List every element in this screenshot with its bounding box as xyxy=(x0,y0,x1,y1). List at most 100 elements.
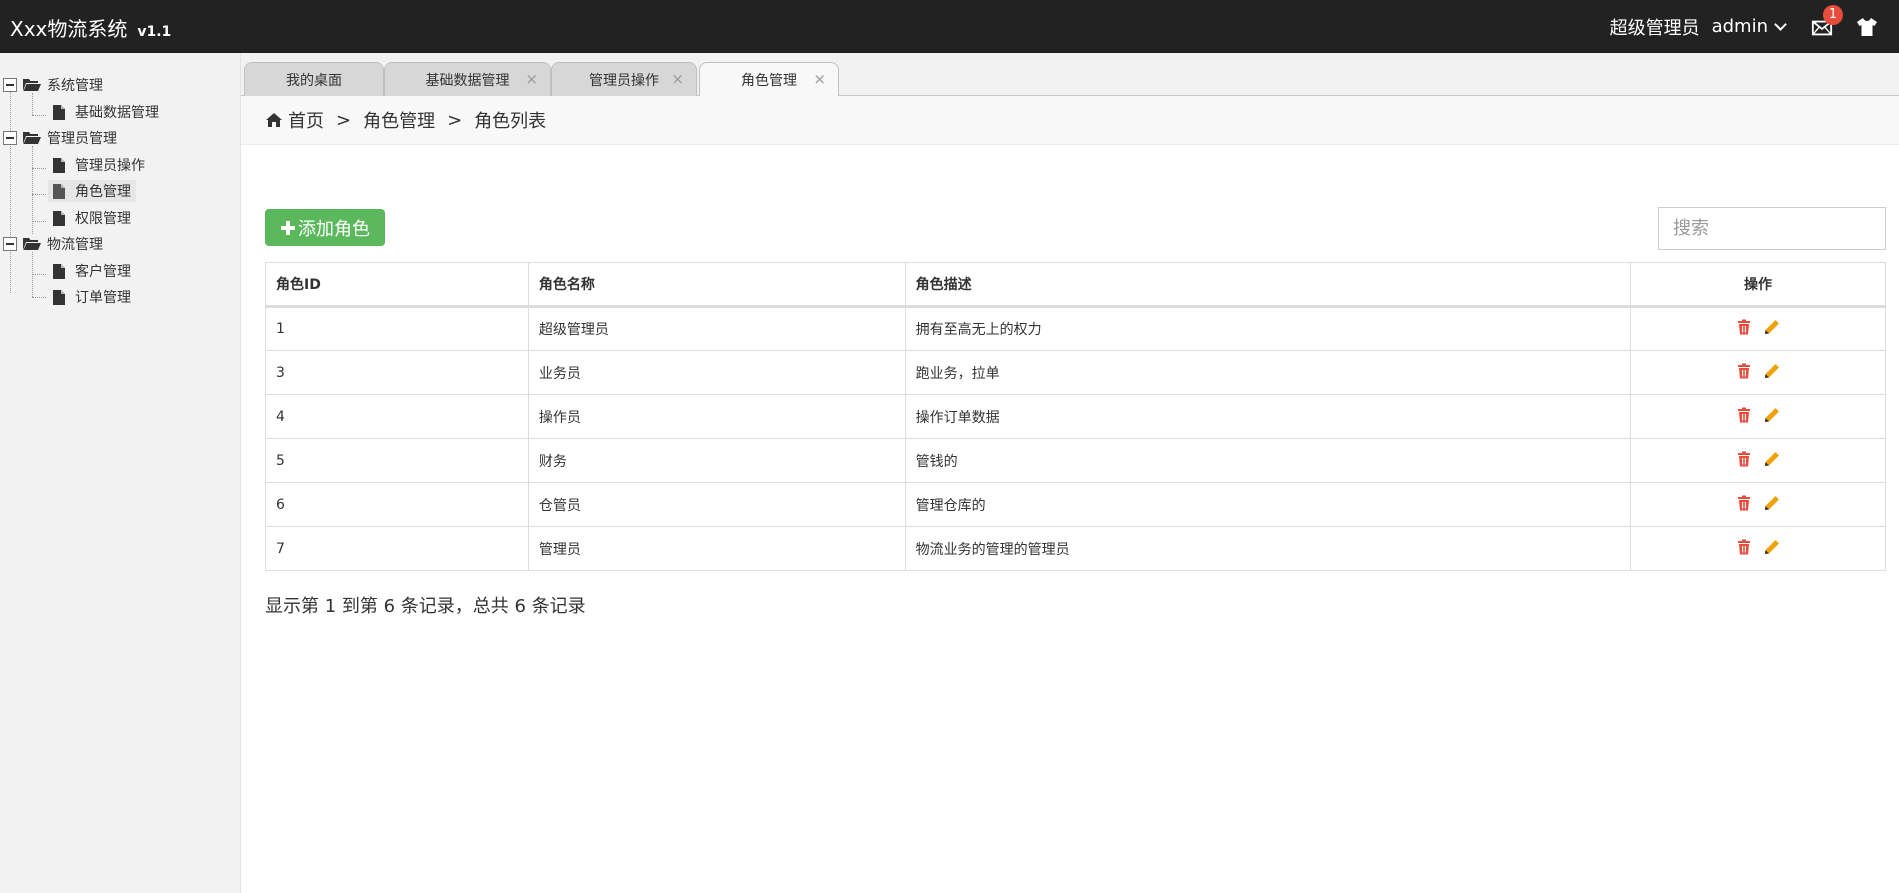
sidebar-item-label: 订单管理 xyxy=(75,290,131,306)
cell-role-desc: 操作订单数据 xyxy=(904,394,1632,439)
user-menu-dropdown[interactable]: admin xyxy=(1711,16,1787,37)
column-header-role-name: 角色名称 xyxy=(527,262,906,308)
column-header-role-id: 角色ID xyxy=(265,262,529,308)
pencil-icon[interactable] xyxy=(1764,319,1780,335)
trash-icon[interactable] xyxy=(1736,319,1752,335)
trash-icon[interactable] xyxy=(1736,495,1752,511)
app-title: Xxx物流系统 xyxy=(10,17,128,41)
cell-role-id: 1 xyxy=(265,306,529,351)
tree-group-admin[interactable]: 管理员管理 xyxy=(3,127,117,149)
app-brand[interactable]: Xxx物流系统 v1.1 xyxy=(10,13,171,42)
mail-button[interactable]: 1 xyxy=(1811,4,1843,39)
cell-actions xyxy=(1630,306,1886,351)
tree-group-label: 物流管理 xyxy=(47,237,103,253)
sidebar-item-admin-ops[interactable]: 管理员操作 xyxy=(48,154,150,176)
table-row: 7 管理员 物流业务的管理的管理员 xyxy=(265,526,1886,571)
chevron-down-icon xyxy=(1774,17,1787,31)
sidebar-tree: 系统管理 基础数据管理 管理员管理 管理员操作 角色管理 权限管理 物流管理 客… xyxy=(0,53,241,893)
close-icon[interactable]: × xyxy=(813,70,826,88)
collapse-toggle-icon[interactable] xyxy=(3,78,17,92)
cell-role-id: 4 xyxy=(265,394,529,439)
row-actions xyxy=(1736,495,1780,511)
file-icon xyxy=(53,183,65,199)
username: admin xyxy=(1711,16,1768,37)
cell-role-name: 操作员 xyxy=(527,394,906,439)
sidebar-item-label: 管理员操作 xyxy=(75,158,145,174)
cell-role-desc: 物流业务的管理的管理员 xyxy=(904,526,1632,571)
sidebar-item-orders[interactable]: 订单管理 xyxy=(48,286,136,308)
cell-role-id: 3 xyxy=(265,350,529,395)
cell-role-name: 业务员 xyxy=(527,350,906,395)
pencil-icon[interactable] xyxy=(1764,495,1780,511)
pencil-icon[interactable] xyxy=(1764,451,1780,467)
file-icon xyxy=(53,210,65,226)
pencil-icon[interactable] xyxy=(1764,363,1780,379)
plus-icon xyxy=(281,220,295,235)
tree-group-label: 管理员管理 xyxy=(47,131,117,147)
tab-admin-ops[interactable]: 管理员操作 × xyxy=(551,62,697,96)
tree-connector xyxy=(32,93,33,115)
file-icon xyxy=(53,263,65,279)
file-icon xyxy=(53,289,65,305)
cell-role-id: 5 xyxy=(265,438,529,483)
mail-count-badge: 1 xyxy=(1823,4,1843,25)
collapse-toggle-icon[interactable] xyxy=(3,131,17,145)
cell-role-desc: 管钱的 xyxy=(904,438,1632,483)
trash-icon[interactable] xyxy=(1736,363,1752,379)
tshirt-icon xyxy=(1857,17,1877,36)
cell-actions xyxy=(1630,394,1886,439)
cell-role-name: 财务 xyxy=(527,438,906,483)
role-table: 角色ID 角色名称 角色描述 操作 1 超级管理员 拥有至高无上的权力 3 业务员 跑业务… xyxy=(265,262,1886,571)
row-actions xyxy=(1736,319,1780,335)
tree-connector xyxy=(32,297,46,298)
tree-connector xyxy=(32,115,46,116)
close-icon[interactable]: × xyxy=(525,70,538,88)
tab-label: 角色管理 xyxy=(741,73,797,89)
folder-open-icon xyxy=(23,132,41,144)
tree-connector xyxy=(32,221,46,222)
row-actions xyxy=(1736,539,1780,555)
sidebar-item-permission[interactable]: 权限管理 xyxy=(48,207,136,229)
cell-actions xyxy=(1630,526,1886,571)
table-row: 4 操作员 操作订单数据 xyxy=(265,394,1886,439)
tree-connector xyxy=(10,92,11,293)
close-icon[interactable]: × xyxy=(671,70,684,88)
pencil-icon[interactable] xyxy=(1764,407,1780,423)
row-actions xyxy=(1736,363,1780,379)
column-header-role-desc: 角色描述 xyxy=(904,262,1632,308)
cell-role-id: 6 xyxy=(265,482,529,527)
tab-basic-data[interactable]: 基础数据管理 × xyxy=(384,62,551,96)
sidebar-item-label: 角色管理 xyxy=(75,184,131,200)
tab-label: 基础数据管理 xyxy=(425,72,510,89)
tab-desktop[interactable]: 我的桌面 xyxy=(244,62,384,96)
table-row: 3 业务员 跑业务，拉单 xyxy=(265,350,1886,395)
search-input[interactable] xyxy=(1658,207,1886,250)
cell-role-desc: 跑业务，拉单 xyxy=(904,350,1632,395)
file-icon xyxy=(53,157,65,173)
breadcrumb-home[interactable]: 首页 xyxy=(288,107,324,133)
sidebar-item-label: 客户管理 xyxy=(75,264,131,280)
pencil-icon[interactable] xyxy=(1764,539,1780,555)
cell-role-desc: 管理仓库的 xyxy=(904,482,1632,527)
sidebar-item-role-management[interactable]: 角色管理 xyxy=(48,180,136,202)
breadcrumb-level1[interactable]: 角色管理 xyxy=(363,107,435,133)
sidebar-item-customers[interactable]: 客户管理 xyxy=(48,260,136,282)
tree-group-system[interactable]: 系统管理 xyxy=(3,74,103,96)
cell-actions xyxy=(1630,482,1886,527)
theme-button[interactable] xyxy=(1855,15,1879,39)
app-version: v1.1 xyxy=(137,24,172,40)
trash-icon[interactable] xyxy=(1736,451,1752,467)
tree-group-logistics[interactable]: 物流管理 xyxy=(3,233,103,255)
sidebar-item-basic-data[interactable]: 基础数据管理 xyxy=(48,101,164,123)
collapse-toggle-icon[interactable] xyxy=(3,237,17,251)
tab-role-management[interactable]: 角色管理 × xyxy=(699,62,839,97)
add-role-label: 添加角色 xyxy=(298,218,370,240)
add-role-button[interactable]: 添加角色 xyxy=(265,209,385,246)
cell-role-desc: 拥有至高无上的权力 xyxy=(904,306,1632,351)
home-icon xyxy=(266,113,282,127)
breadcrumb-separator: > xyxy=(336,109,352,131)
trash-icon[interactable] xyxy=(1736,539,1752,555)
tree-connector xyxy=(32,274,46,275)
breadcrumb: 首页 > 角色管理 > 角色列表 xyxy=(241,96,1899,145)
trash-icon[interactable] xyxy=(1736,407,1752,423)
